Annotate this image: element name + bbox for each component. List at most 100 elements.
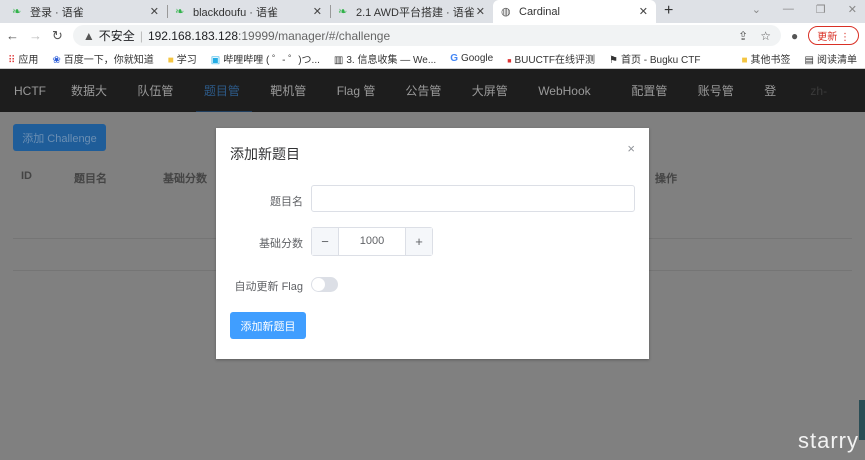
bookmark-label: 首页 - Bugku CTF	[620, 54, 701, 66]
bookmark-item[interactable]: ■ 学习	[168, 51, 197, 66]
dialog-title: 添加新题目	[230, 146, 300, 162]
url-host: 192.168.183.128	[147, 28, 239, 43]
folder-icon: ■	[741, 54, 748, 66]
browser-tab[interactable]: ❧ 2.1 AWD平台搭建 · 语雀 ✕	[330, 0, 493, 23]
star-icon[interactable]: ☆	[760, 29, 771, 43]
share-icon[interactable]: ⇪	[738, 29, 748, 43]
bookmarks-bar: ⠿ 应用 ❀ 百度一下，你就知道 ■ 学习 ▣ 哔哩哔哩 ( ゜- ゜)つ... ▥ 3.…	[0, 48, 865, 69]
bookmark-item[interactable]: ▣ 哔哩哔哩 ( ゜- ゜)つ...	[211, 51, 320, 66]
reload-icon[interactable]: ↻	[52, 28, 63, 44]
auto-flag-toggle[interactable]	[311, 277, 338, 292]
bookmark-label: 其他书签	[750, 54, 791, 66]
column-header-name: 题目名	[74, 173, 107, 185]
add-challenge-button[interactable]: 添加 Challenge	[13, 124, 106, 151]
column-header-score: 基础分数	[163, 173, 207, 185]
column-header-actions: 操作	[655, 173, 677, 185]
name-label: 题目名	[270, 196, 303, 208]
auto-flag-label: 自动更新 Flag	[234, 281, 303, 293]
nav-item-teams[interactable]: 队伍管理	[137, 69, 190, 142]
browser-tab-active[interactable]: ◍ Cardinal ✕	[493, 0, 656, 23]
flag-icon: ⚑	[609, 54, 618, 66]
yuque-icon: ❧	[12, 5, 22, 18]
bookmark-item[interactable]: ❀ 百度一下，你就知道	[52, 51, 153, 66]
bookmark-item[interactable]: G Google	[450, 53, 493, 64]
score-stepper: − 1000 +	[311, 227, 433, 256]
close-icon[interactable]: ×	[627, 141, 635, 156]
nav-item-challenges[interactable]: 题目管理	[195, 69, 257, 142]
globe-icon: ◍	[501, 5, 511, 18]
bookmark-item[interactable]: ⚑ 首页 - Bugku CTF	[609, 51, 700, 66]
close-tab-icon[interactable]: ✕	[639, 5, 648, 18]
bookmark-label: 百度一下，你就知道	[63, 54, 154, 66]
restore-icon[interactable]: ❐	[816, 3, 826, 16]
nav-brand[interactable]: HCTF	[14, 69, 59, 113]
bookmark-item[interactable]: ■ BUUCTF在线评测	[507, 51, 595, 66]
tab-label: blackdoufu · 语雀	[193, 6, 278, 19]
close-tab-icon[interactable]: ✕	[150, 5, 159, 18]
bookmark-label: 学习	[176, 54, 197, 66]
nav-item-webhook[interactable]: WebHook 管理	[538, 69, 618, 142]
google-icon: G	[450, 52, 458, 64]
profile-avatar-icon[interactable]: ●	[791, 29, 798, 43]
browser-tab[interactable]: ❧ 登录 · 语雀 ✕	[4, 0, 167, 23]
book-icon: ▥	[333, 54, 344, 66]
submit-button[interactable]: 添加新题目	[230, 312, 306, 339]
reading-list-icon: ▤	[804, 54, 814, 66]
new-tab-button[interactable]: +	[656, 0, 681, 23]
tab-search-icon[interactable]: ⌄	[752, 3, 761, 16]
tab-label: Cardinal	[519, 5, 560, 18]
nav-item-gameboxes[interactable]: 靶机管理	[270, 69, 323, 142]
baidu-icon: ❀	[52, 54, 61, 66]
bookmark-label: 哔哩哔哩 ( ゜- ゜)つ...	[223, 54, 320, 66]
tab-label: 登录 · 语雀	[30, 6, 84, 19]
browser-tab-strip: ❧ 登录 · 语雀 ✕ ❧ blackdoufu · 语雀 ✕ ❧ 2.1 AWD平台搭建…	[0, 0, 865, 23]
yuque-icon: ❧	[338, 5, 348, 18]
back-icon[interactable]: ←	[6, 28, 19, 43]
watermark: starry	[798, 428, 859, 453]
address-input[interactable]: ▲ 不安全 | 192.168.183.128:19999/manager/#/…	[72, 25, 781, 46]
bookmark-item[interactable]: ⠿ 应用	[8, 51, 38, 66]
bookmark-label: 阅读清单	[817, 54, 857, 66]
nav-item-logout[interactable]: 登出	[764, 69, 797, 142]
tab-label: 2.1 AWD平台搭建 · 语雀	[356, 6, 475, 19]
add-challenge-dialog: 添加新题目 × 题目名 基础分数 − 1000 + 自动更新 Flag 添加新题…	[216, 128, 649, 359]
nav-item-screen[interactable]: 大屏管理	[472, 69, 525, 142]
nav-item-config[interactable]: 配置管理	[631, 69, 684, 142]
nav-item-flags[interactable]: Flag 管理	[337, 69, 393, 142]
column-header-id: ID	[21, 170, 32, 182]
folder-icon: ■	[167, 54, 174, 66]
score-input[interactable]: 1000	[339, 228, 405, 255]
decrement-button[interactable]: −	[312, 228, 339, 255]
side-widget[interactable]	[859, 400, 865, 440]
bookmark-item[interactable]: ▥ 3. 信息收集 — We...	[334, 51, 436, 66]
browser-tab[interactable]: ❧ blackdoufu · 语雀 ✕	[167, 0, 330, 23]
address-bar-row: ← → ↻ ▲ 不安全 | 192.168.183.128:19999/mana…	[0, 23, 865, 48]
warning-icon: ▲	[82, 28, 95, 43]
nav-item-dashboard[interactable]: 数据大屏	[71, 69, 124, 142]
nav-item-bulletins[interactable]: 公告管理	[405, 69, 458, 142]
close-tab-icon[interactable]: ✕	[313, 5, 322, 18]
score-label: 基础分数	[259, 238, 303, 250]
close-window-icon[interactable]: ✕	[848, 3, 857, 16]
bookmark-label: Google	[460, 52, 494, 64]
security-label[interactable]: 不安全	[99, 27, 135, 44]
forward-icon[interactable]: →	[29, 28, 42, 43]
bookmark-item[interactable]: ■ 其他书签	[742, 51, 791, 66]
apps-icon: ⠿	[8, 54, 16, 66]
top-nav: HCTF 数据大屏 队伍管理 题目管理 靶机管理 Flag 管理 公告管理 大屏…	[0, 69, 865, 142]
buuctf-icon: ■	[507, 57, 512, 65]
close-tab-icon[interactable]: ✕	[476, 5, 485, 18]
minimize-icon[interactable]: —	[783, 3, 794, 16]
url-path: :19999/manager/#/challenge	[238, 28, 391, 43]
challenge-name-input[interactable]	[311, 185, 635, 212]
update-label: 更新	[817, 32, 838, 43]
bookmark-item[interactable]: ▤ 阅读清单	[805, 51, 857, 66]
bookmark-label: 3. 信息收集 — We...	[346, 54, 437, 66]
increment-button[interactable]: +	[405, 228, 432, 255]
yuque-icon: ❧	[175, 5, 185, 18]
bookmark-label: BUUCTF在线评测	[514, 54, 596, 66]
language-switch[interactable]: zh-CN	[810, 69, 852, 142]
update-button[interactable]: 更新 ⋮	[808, 26, 859, 45]
bilibili-icon: ▣	[210, 54, 221, 66]
nav-item-accounts[interactable]: 账号管理	[698, 69, 751, 142]
